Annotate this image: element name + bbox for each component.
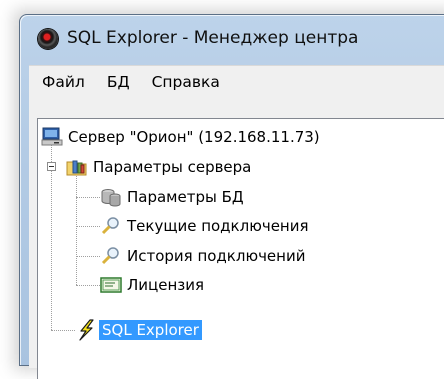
tree-node-sql-explorer[interactable]: SQL Explorer [75, 319, 202, 341]
current-connections-label: Текущие подключения [127, 217, 309, 235]
tree-node-db-params[interactable]: Параметры БД [100, 186, 247, 208]
magnifier-icon [101, 217, 119, 235]
sql-explorer-label: SQL Explorer [99, 320, 202, 340]
tree-line [76, 285, 100, 286]
tree-node-server-params[interactable]: Параметры сервера [66, 156, 254, 178]
server-tree[interactable]: Сервер "Орион" (192.168.11.73) Параметры… [37, 118, 444, 379]
server-label: Сервер "Орион" (192.168.11.73) [68, 128, 320, 146]
magnifier-icon [101, 247, 119, 265]
client-area: Сервер "Орион" (192.168.11.73) Параметры… [29, 98, 444, 379]
title-bar[interactable]: SQL Explorer - Менеджер центра [20, 15, 444, 62]
window-title: SQL Explorer - Менеджер центра [67, 28, 359, 48]
tree-node-connection-history[interactable]: История подключений [100, 245, 308, 267]
tree-node-current-connections[interactable]: Текущие подключения [100, 215, 312, 237]
app-window: SQL Explorer - Менеджер центра Файл БД С… [19, 14, 444, 379]
tree-line [76, 226, 100, 227]
server-params-label: Параметры сервера [93, 158, 252, 176]
license-icon [100, 277, 122, 293]
tree-node-server[interactable]: Сервер "Орион" (192.168.11.73) [41, 126, 323, 148]
license-label: Лицензия [127, 276, 205, 294]
server-icon [41, 127, 63, 146]
menu-db[interactable]: БД [93, 73, 130, 91]
lightning-icon [79, 319, 94, 341]
menu-file[interactable]: Файл [29, 73, 85, 91]
tree-line [51, 330, 75, 331]
database-icon [101, 189, 121, 207]
menu-bar: Файл БД Справка [29, 65, 444, 98]
db-params-label: Параметры БД [127, 188, 244, 206]
collapse-toggle[interactable] [47, 162, 56, 171]
tree-line [76, 197, 100, 198]
app-icon[interactable] [38, 29, 58, 49]
tree-node-license[interactable]: Лицензия [100, 274, 207, 296]
menu-help[interactable]: Справка [138, 73, 220, 91]
connection-history-label: История подключений [127, 247, 306, 265]
settings-folder-icon [66, 160, 87, 176]
tree-line [76, 256, 100, 257]
